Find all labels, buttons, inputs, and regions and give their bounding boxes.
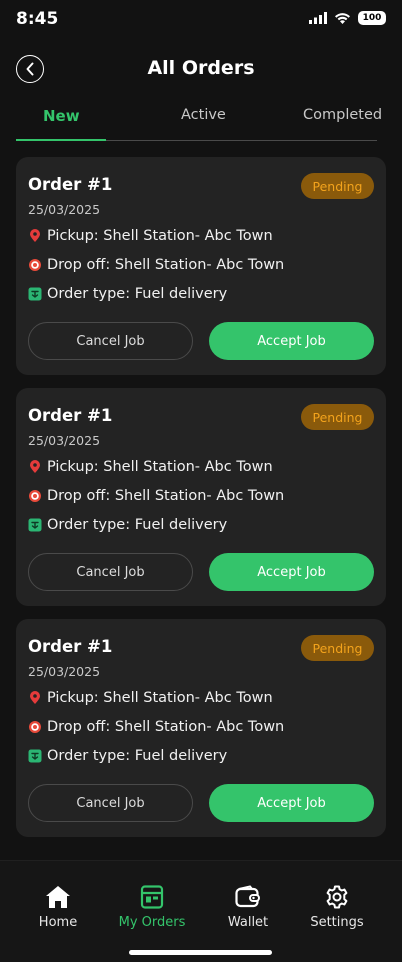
order-tabs: New Active Completed — [16, 100, 382, 141]
nav-home-label: Home — [38, 915, 78, 930]
order-date: 25/03/2025 — [28, 664, 101, 679]
dropoff-text: Drop off: Shell Station- Abc Town — [47, 719, 285, 735]
cancel-job-button[interactable]: Cancel Job — [28, 784, 193, 822]
battery-icon: 100 — [358, 11, 386, 25]
order-card: Order #1 25/03/2025 Pending Pickup: Shel… — [16, 388, 386, 606]
accept-job-button[interactable]: Accept Job — [209, 784, 374, 822]
dropoff-text: Drop off: Shell Station- Abc Town — [47, 257, 285, 273]
status-badge: Pending — [301, 173, 374, 199]
order-type-icon — [28, 287, 42, 301]
status-bar: 8:45 100 — [0, 0, 402, 40]
status-badge: Pending — [301, 635, 374, 661]
nav-my-orders[interactable]: My Orders — [112, 885, 192, 930]
location-pin-icon — [30, 229, 40, 242]
cancel-job-button[interactable]: Cancel Job — [28, 553, 193, 591]
tab-active[interactable]: Active — [181, 107, 226, 123]
location-pin-icon — [30, 460, 40, 473]
signal-icon — [309, 12, 327, 24]
order-card: Order #1 25/03/2025 Pending Pickup: Shel… — [16, 619, 386, 837]
dropoff-row: Drop off: Shell Station- Abc Town — [28, 719, 284, 735]
order-type-text: Order type: Fuel delivery — [47, 748, 228, 764]
home-indicator — [129, 950, 272, 955]
target-icon — [29, 259, 41, 271]
status-time: 8:45 — [16, 9, 59, 29]
order-title: Order #1 — [28, 637, 113, 656]
pickup-text: Pickup: Shell Station- Abc Town — [47, 459, 273, 475]
gear-icon — [326, 885, 348, 909]
order-type-row: Order type: Fuel delivery — [28, 517, 227, 533]
order-type-row: Order type: Fuel delivery — [28, 748, 227, 764]
nav-home[interactable]: Home — [18, 885, 98, 930]
orders-icon — [140, 885, 164, 909]
bottom-nav: Home My Orders Wallet Settings — [0, 860, 402, 962]
status-badge: Pending — [301, 404, 374, 430]
home-icon — [46, 886, 70, 908]
nav-wallet[interactable]: Wallet — [208, 885, 288, 930]
target-icon — [29, 490, 41, 502]
order-card: Order #1 25/03/2025 Pending Pickup: Shel… — [16, 157, 386, 375]
status-icons: 100 — [309, 11, 386, 25]
pickup-text: Pickup: Shell Station- Abc Town — [47, 690, 273, 706]
order-date: 25/03/2025 — [28, 202, 101, 217]
cancel-job-button[interactable]: Cancel Job — [28, 322, 193, 360]
order-type-text: Order type: Fuel delivery — [47, 517, 228, 533]
accept-job-button[interactable]: Accept Job — [209, 322, 374, 360]
pickup-row: Pickup: Shell Station- Abc Town — [28, 459, 273, 475]
nav-settings-label: Settings — [310, 915, 364, 930]
location-pin-icon — [30, 691, 40, 704]
pickup-text: Pickup: Shell Station- Abc Town — [47, 228, 273, 244]
order-title: Order #1 — [28, 175, 113, 194]
page-title: All Orders — [147, 57, 255, 79]
pickup-row: Pickup: Shell Station- Abc Town — [28, 690, 273, 706]
nav-my-orders-label: My Orders — [118, 915, 186, 930]
order-type-row: Order type: Fuel delivery — [28, 286, 227, 302]
tab-new[interactable]: New — [43, 107, 80, 125]
dropoff-row: Drop off: Shell Station- Abc Town — [28, 488, 284, 504]
tab-selected-indicator — [16, 139, 106, 141]
dropoff-text: Drop off: Shell Station- Abc Town — [47, 488, 285, 504]
order-type-icon — [28, 749, 42, 763]
accept-job-button[interactable]: Accept Job — [209, 553, 374, 591]
header: All Orders — [0, 52, 402, 86]
nav-wallet-label: Wallet — [227, 915, 269, 930]
order-type-text: Order type: Fuel delivery — [47, 286, 228, 302]
tab-completed[interactable]: Completed — [303, 107, 382, 123]
dropoff-row: Drop off: Shell Station- Abc Town — [28, 257, 284, 273]
order-date: 25/03/2025 — [28, 433, 101, 448]
wallet-icon — [235, 885, 260, 908]
order-title: Order #1 — [28, 406, 113, 425]
order-type-icon — [28, 518, 42, 532]
nav-settings[interactable]: Settings — [297, 885, 377, 930]
pickup-row: Pickup: Shell Station- Abc Town — [28, 228, 273, 244]
wifi-icon — [335, 13, 350, 24]
target-icon — [29, 721, 41, 733]
